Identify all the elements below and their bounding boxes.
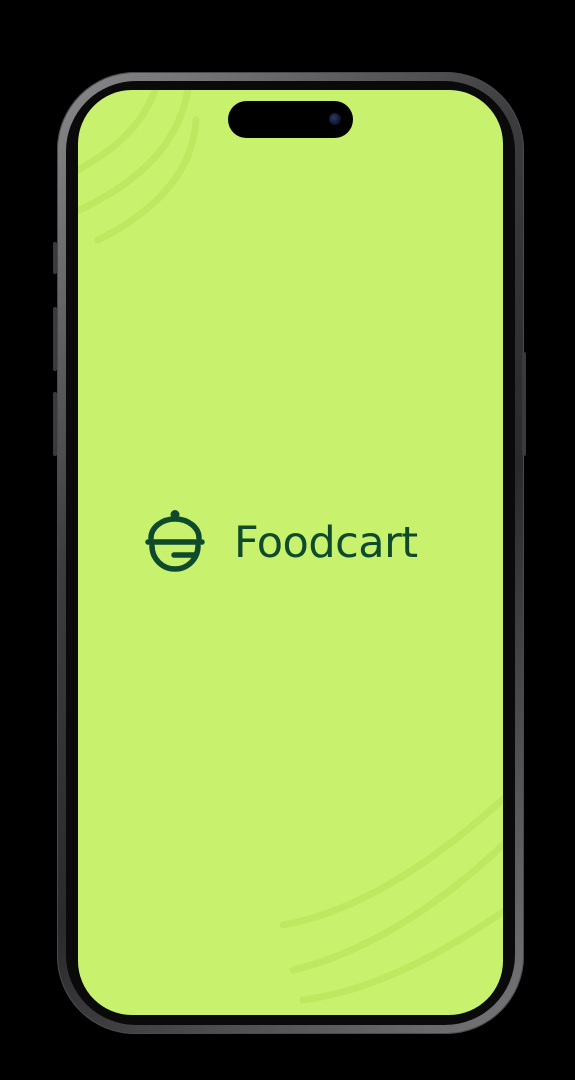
volume-up-button — [53, 307, 57, 371]
action-button — [53, 242, 57, 274]
brand-name: Foodcart — [234, 517, 418, 568]
cloche-icon — [145, 510, 205, 572]
volume-down-button — [53, 392, 57, 456]
power-button — [522, 352, 526, 456]
app-logo: Foodcart — [144, 510, 418, 576]
dynamic-island — [228, 101, 353, 138]
camera-icon — [329, 113, 341, 125]
splash-screen: Foodcart — [78, 90, 503, 1015]
